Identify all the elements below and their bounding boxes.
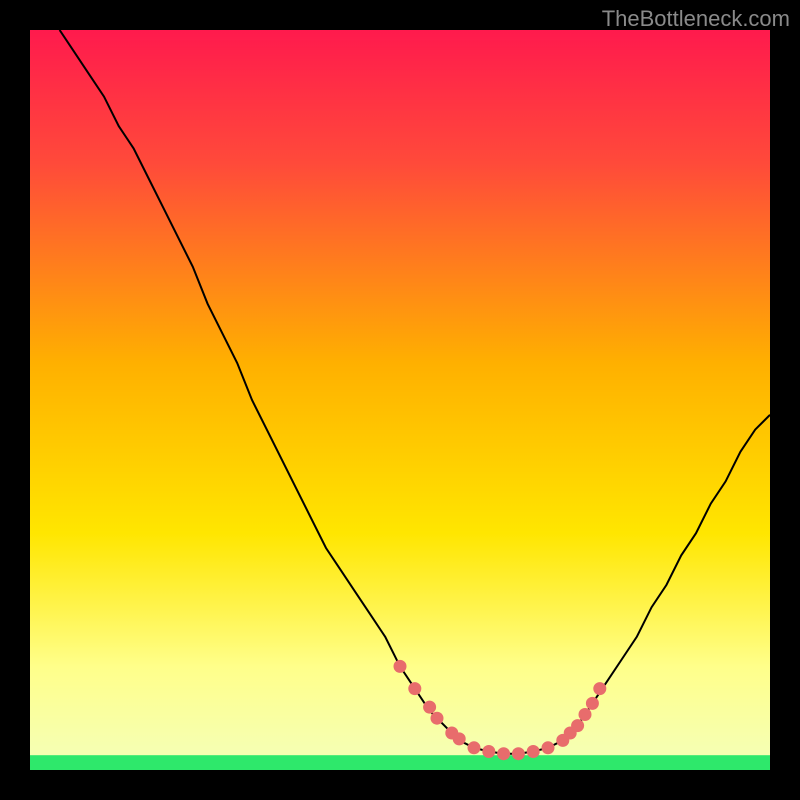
green-band: [30, 755, 770, 770]
chart-frame: [30, 30, 770, 770]
data-dot: [468, 741, 481, 754]
data-dot: [431, 712, 444, 725]
data-dot: [482, 745, 495, 758]
data-dot: [408, 682, 421, 695]
data-dot: [453, 732, 466, 745]
data-dot: [579, 708, 592, 721]
data-dot: [571, 719, 584, 732]
bottleneck-chart: [30, 30, 770, 770]
data-dot: [497, 747, 510, 760]
data-dot: [593, 682, 606, 695]
watermark-text: TheBottleneck.com: [602, 6, 790, 32]
data-dot: [527, 745, 540, 758]
data-dot: [423, 701, 436, 714]
data-dot: [394, 660, 407, 673]
data-dot: [586, 697, 599, 710]
data-dot: [542, 741, 555, 754]
gradient-background: [30, 30, 770, 770]
data-dot: [512, 747, 525, 760]
